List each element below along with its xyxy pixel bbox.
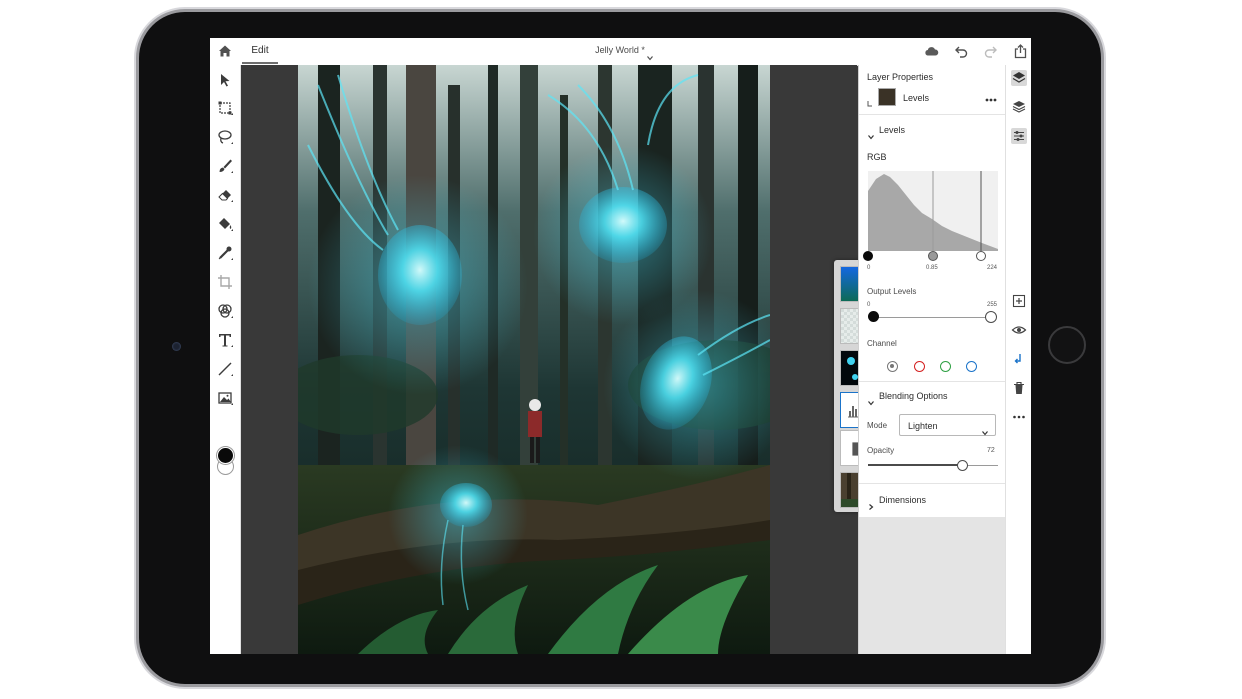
- blend-mode-value: Lighten: [908, 421, 938, 431]
- camera-icon: [172, 342, 181, 351]
- input-mid-value: 0.85: [926, 265, 938, 271]
- channel-red-radio[interactable]: [914, 361, 925, 372]
- cloud-icon[interactable]: [924, 44, 939, 59]
- icon-rail: [1005, 65, 1031, 654]
- share-icon[interactable]: [1013, 44, 1028, 59]
- section-levels[interactable]: Levels: [879, 125, 905, 135]
- top-bar: Edit Jelly World *: [210, 38, 1031, 66]
- tab-edit[interactable]: Edit: [242, 38, 278, 64]
- redo-icon[interactable]: [983, 44, 998, 59]
- type-icon[interactable]: [216, 331, 234, 349]
- fill-icon[interactable]: [216, 215, 234, 233]
- panel-header: Layer Properties: [867, 72, 934, 82]
- output-max-value: 255: [987, 302, 998, 308]
- canvas-area[interactable]: [241, 65, 882, 654]
- artwork-canvas[interactable]: [298, 65, 770, 654]
- layer-stack-icon[interactable]: [1011, 99, 1027, 115]
- input-midtone-handle[interactable]: [928, 251, 938, 261]
- channel-green-radio[interactable]: [940, 361, 951, 372]
- chevron-down-icon[interactable]: [647, 48, 653, 61]
- line-icon[interactable]: [216, 360, 234, 378]
- output-min-value: 0: [867, 302, 871, 308]
- input-black-point-handle[interactable]: [863, 251, 873, 261]
- rgb-label: RGB: [867, 152, 887, 162]
- blend-mode-select[interactable]: Lighten: [899, 414, 996, 436]
- tool-bar: [210, 65, 241, 654]
- opacity-value: 72: [987, 447, 995, 454]
- transform-icon[interactable]: [216, 99, 234, 117]
- add-layer-icon[interactable]: [1011, 293, 1027, 309]
- divider: [859, 483, 1006, 484]
- layer-thumbnail: [878, 88, 896, 106]
- layer-name: Levels: [903, 93, 930, 103]
- chevron-down-icon[interactable]: [868, 127, 874, 140]
- place-image-icon[interactable]: [216, 389, 234, 407]
- input-max-value: 224: [987, 265, 998, 271]
- channel-blue-radio[interactable]: [966, 361, 977, 372]
- channel-rgb-radio[interactable]: [887, 361, 898, 372]
- channel-label: Channel: [867, 339, 897, 348]
- properties-panel: Layer Properties Levels Levels RGB 0 0.8…: [858, 65, 1006, 654]
- eraser-icon[interactable]: [216, 186, 234, 204]
- home-button[interactable]: [1048, 326, 1086, 364]
- output-levels-label: Output Levels: [867, 287, 917, 296]
- trash-icon[interactable]: [1011, 380, 1027, 396]
- histogram: [868, 171, 998, 251]
- more-options-icon[interactable]: [1011, 409, 1027, 425]
- output-levels-track: [873, 317, 991, 318]
- chevron-right-icon[interactable]: [868, 497, 874, 510]
- divider: [859, 114, 1006, 115]
- crop-icon[interactable]: [216, 273, 234, 291]
- more-icon[interactable]: [984, 92, 998, 102]
- output-black-handle[interactable]: [868, 311, 879, 322]
- clipping-mask-icon[interactable]: [1011, 351, 1027, 367]
- input-min-value: 0: [867, 265, 871, 271]
- opacity-slider-handle[interactable]: [957, 460, 968, 471]
- foreground-color-swatch[interactable]: [217, 447, 234, 464]
- healing-icon[interactable]: [216, 244, 234, 262]
- mode-label: Mode: [867, 421, 888, 430]
- visibility-icon[interactable]: [1011, 322, 1027, 338]
- chevron-down-icon[interactable]: [868, 393, 874, 406]
- opacity-label: Opacity: [867, 446, 895, 455]
- opacity-slider-fill: [868, 464, 962, 466]
- clip-icon: [867, 94, 873, 107]
- home-icon[interactable]: [218, 44, 232, 58]
- output-white-handle[interactable]: [985, 311, 997, 323]
- adjust-icon[interactable]: [216, 302, 234, 320]
- select-icon[interactable]: [216, 71, 234, 89]
- lasso-icon[interactable]: [216, 128, 234, 146]
- panel-empty-area: [859, 517, 1006, 654]
- undo-icon[interactable]: [954, 44, 969, 59]
- properties-icon[interactable]: [1011, 128, 1027, 144]
- brush-icon[interactable]: [216, 157, 234, 175]
- document-title[interactable]: Jelly World *: [550, 45, 690, 59]
- chevron-down-icon: [982, 423, 988, 436]
- input-white-point-handle[interactable]: [976, 251, 986, 261]
- section-blending-options[interactable]: Blending Options: [879, 391, 948, 401]
- section-dimensions[interactable]: Dimensions: [879, 495, 926, 505]
- divider: [859, 381, 1006, 382]
- layers-icon[interactable]: [1011, 70, 1027, 86]
- app-screen: Edit Jelly World * Layer Properties Leve…: [210, 38, 1031, 654]
